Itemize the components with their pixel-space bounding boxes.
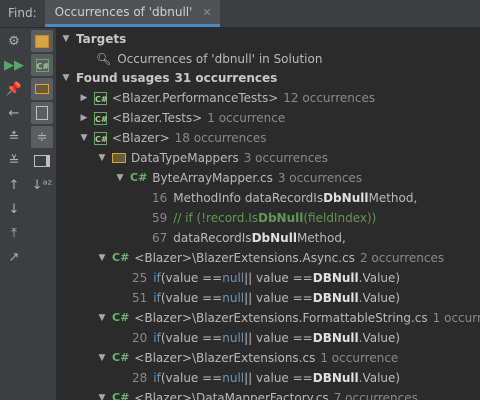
chevron-down-icon[interactable]: ▼ <box>96 308 108 328</box>
gear-icon[interactable]: ⚙ <box>3 30 25 52</box>
csharp-file-icon: C# <box>112 391 130 400</box>
tree-targets[interactable]: ▼ Targets <box>60 29 127 49</box>
usage-line[interactable]: 16 MethodInfo dataRecordIs DbNull Method, <box>152 188 417 208</box>
csharp-file-icon: C# <box>130 171 148 184</box>
tab-label: Occurrences of 'dbnull' <box>54 5 193 19</box>
folder-icon <box>112 153 126 163</box>
preview-pane-icon[interactable] <box>31 150 53 172</box>
open-in-new-icon[interactable]: ↗ <box>3 246 25 268</box>
csharp-file-icon: C# <box>112 251 130 264</box>
chevron-down-icon[interactable]: ▼ <box>96 388 108 400</box>
csharp-file-icon: C# <box>112 311 130 324</box>
down-icon[interactable]: ↓ <box>3 198 25 220</box>
export-icon[interactable]: ⤒ <box>3 222 25 244</box>
rerun-icon[interactable]: ▶▶ <box>3 54 25 76</box>
group-by-folder-icon[interactable] <box>31 78 53 100</box>
preview-icon[interactable] <box>31 102 53 124</box>
chevron-down-icon[interactable]: ▼ <box>114 168 126 188</box>
chevron-down-icon[interactable]: ▼ <box>78 128 90 148</box>
usage-line[interactable]: 28 if (value == null || value == DBNull.… <box>132 368 400 388</box>
group-by-file-icon[interactable]: C# <box>31 54 53 76</box>
chevron-right-icon[interactable]: ▶ <box>78 108 90 128</box>
csharp-project-icon: C# <box>94 91 108 105</box>
tree-node[interactable]: ▼ C# ByteArrayMapper.cs 3 occurrences <box>114 168 363 188</box>
side-toolbar: ⚙ ▶▶ 📌 ← ≛ ≚ ↑ ↓ ⤒ ↗ C# ≑ ↓ᵃᶻ <box>0 28 56 400</box>
usage-line[interactable]: 25 if (value == null || value == DBNull.… <box>132 268 400 288</box>
up-icon[interactable]: ↑ <box>3 174 25 196</box>
csharp-file-icon: C# <box>112 351 130 364</box>
chevron-down-icon[interactable]: ▼ <box>96 248 108 268</box>
csharp-project-icon: C# <box>94 131 108 145</box>
tree-node[interactable]: ▼ C# <Blazer>\DataMapperFactory.cs 7 occ… <box>96 388 418 400</box>
tree-found-usages[interactable]: ▼ Found usages 31 occurrences <box>60 68 278 88</box>
group-by-project-icon[interactable] <box>31 30 53 52</box>
target-item[interactable]: 🔍︎ Occurrences of 'dbnull' in Solution <box>96 49 322 69</box>
collapse-all-icon[interactable]: ≚ <box>3 150 25 172</box>
expand-all-icon[interactable]: ≛ <box>3 126 25 148</box>
tab-occurrences[interactable]: Occurrences of 'dbnull' ✕ <box>44 0 220 27</box>
chevron-down-icon[interactable]: ▼ <box>60 29 72 49</box>
chevron-down-icon[interactable]: ▼ <box>96 148 108 168</box>
search-icon: 🔍︎ <box>96 52 112 66</box>
usage-line[interactable]: 51 if (value == null || value == DBNull.… <box>132 288 400 308</box>
usage-line[interactable]: 67 dataRecordIs DbNull Method, <box>152 228 346 248</box>
usage-line[interactable]: 20 if (value == null || value == DBNull.… <box>132 328 400 348</box>
merge-icon[interactable]: ≑ <box>31 126 53 148</box>
chevron-right-icon[interactable]: ▶ <box>78 88 90 108</box>
chevron-down-icon[interactable]: ▼ <box>96 348 108 368</box>
find-toolbar: Find: Occurrences of 'dbnull' ✕ <box>0 0 480 28</box>
tree-node[interactable]: ▼ C# <Blazer>\BlazerExtensions.cs 1 occu… <box>96 348 399 368</box>
csharp-project-icon: C# <box>94 111 108 125</box>
usage-line[interactable]: 59 // if (!record.Is DbNull (fieldIndex)) <box>152 208 376 228</box>
tree-node[interactable]: ▶ C# <Blazer.PerformanceTests> 12 occurr… <box>78 88 376 108</box>
close-icon[interactable]: ✕ <box>202 6 211 19</box>
chevron-down-icon[interactable]: ▼ <box>60 68 72 88</box>
tree-node[interactable]: ▼ DataTypeMappers 3 occurrences <box>96 148 328 168</box>
tree-node[interactable]: ▼ C# <Blazer> 18 occurrences <box>78 128 267 148</box>
back-icon[interactable]: ← <box>3 102 25 124</box>
find-label: Find: <box>8 6 37 20</box>
sort-az-icon[interactable]: ↓ᵃᶻ <box>31 174 53 196</box>
pin-icon[interactable]: 📌 <box>3 78 25 100</box>
tree-node[interactable]: ▼ C# <Blazer>\BlazerExtensions.Async.cs … <box>96 248 445 268</box>
tree-node[interactable]: ▶ C# <Blazer.Tests> 1 occurrence <box>78 108 286 128</box>
usages-tree: ▼ Targets 🔍︎ Occurrences of 'dbnull' in … <box>56 28 480 400</box>
tree-node[interactable]: ▼ C# <Blazer>\BlazerExtensions.Formattab… <box>96 308 480 328</box>
